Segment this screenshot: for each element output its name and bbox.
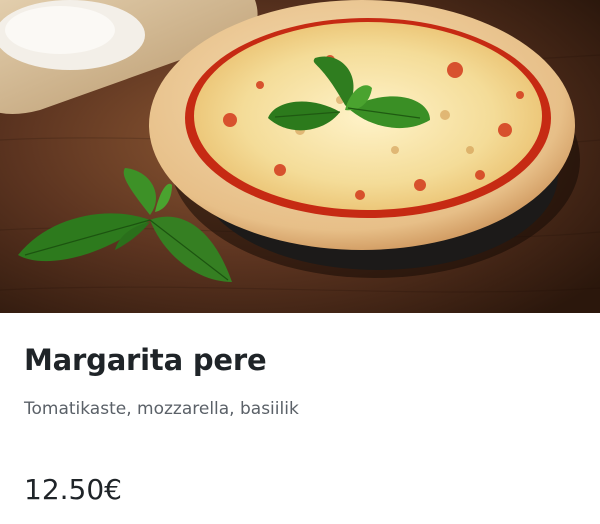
product-image [0,0,600,313]
product-title: Margarita pere [24,343,267,377]
product-price: 12.50€ [24,473,122,506]
product-description: Tomatikaste, mozzarella, basiilik [24,399,299,419]
product-details: Margarita pere Tomatikaste, mozzarella, … [0,313,600,524]
pizza-photo-illustration [0,0,600,313]
